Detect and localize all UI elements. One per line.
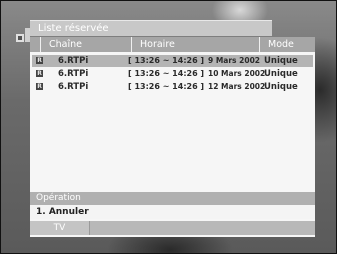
screen-border (0, 0, 337, 254)
